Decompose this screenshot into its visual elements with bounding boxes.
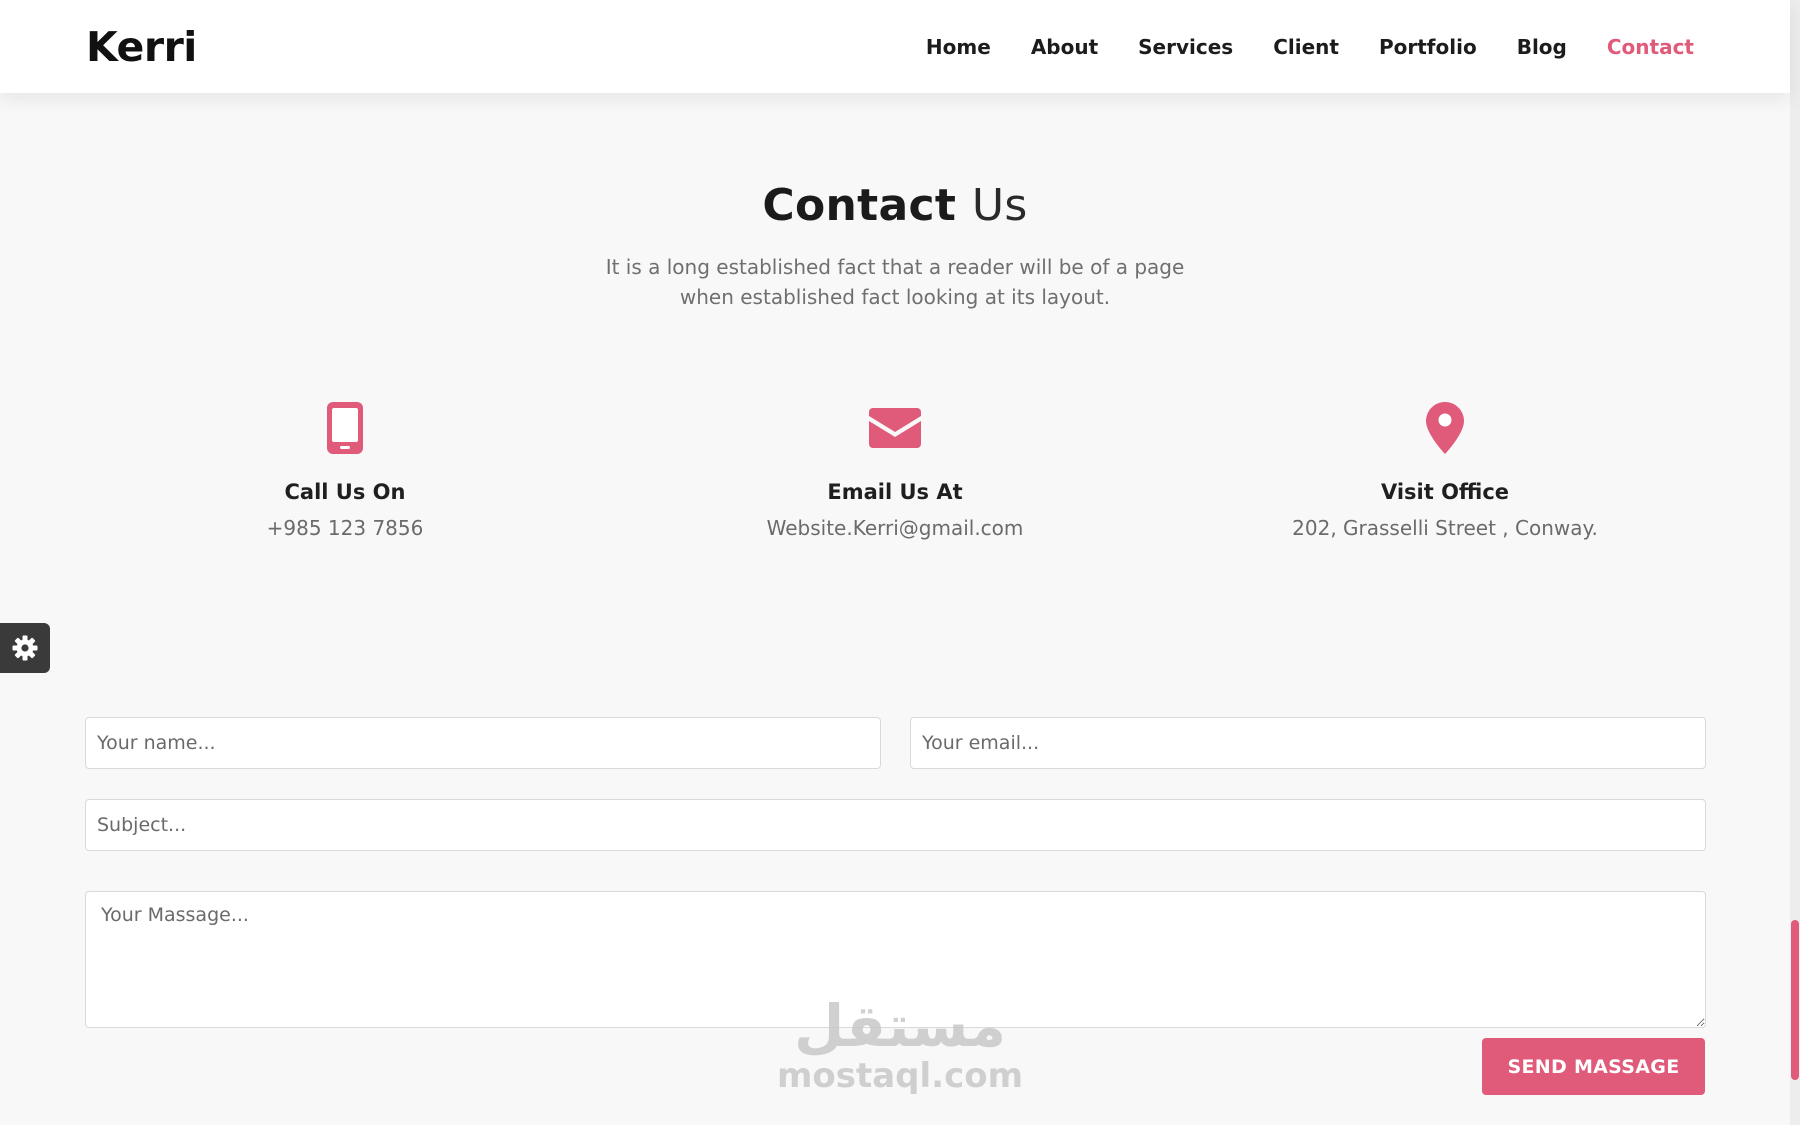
nav-client[interactable]: Client bbox=[1273, 35, 1339, 59]
section-intro: It is a long established fact that a rea… bbox=[605, 255, 1185, 309]
send-message-button[interactable]: SEND MASSAGE bbox=[1482, 1038, 1705, 1095]
office-card: Visit Office 202, Grasselli Street , Con… bbox=[1215, 400, 1675, 540]
phone-number[interactable]: +985 123 7856 bbox=[115, 516, 575, 540]
envelope-icon bbox=[665, 400, 1125, 456]
office-address: 202, Grasselli Street , Conway. bbox=[1292, 516, 1598, 540]
scrollbar-thumb[interactable] bbox=[1791, 920, 1799, 1080]
brand-logo[interactable]: Kerri bbox=[86, 23, 197, 71]
map-marker-icon bbox=[1215, 400, 1675, 456]
nav-home[interactable]: Home bbox=[926, 35, 991, 59]
gear-icon bbox=[12, 635, 38, 661]
page: Kerri Home About Services Client Portfol… bbox=[0, 0, 1800, 1125]
call-card-title: Call Us On bbox=[284, 480, 406, 504]
section-title-bold: Contact bbox=[762, 180, 957, 231]
call-card: Call Us On +985 123 7856 bbox=[115, 400, 575, 540]
main-nav: Home About Services Client Portfolio Blo… bbox=[926, 35, 1694, 59]
name-input[interactable] bbox=[85, 717, 881, 769]
nav-blog[interactable]: Blog bbox=[1517, 35, 1567, 59]
subject-input[interactable] bbox=[85, 799, 1706, 851]
email-input[interactable] bbox=[910, 717, 1706, 769]
top-navbar: Kerri Home About Services Client Portfol… bbox=[0, 0, 1790, 93]
message-textarea[interactable] bbox=[85, 891, 1706, 1028]
email-card-title: Email Us At bbox=[827, 480, 963, 504]
watermark-latin: mostaql.com bbox=[776, 1056, 1024, 1096]
section-title-light: Us bbox=[971, 180, 1028, 231]
nav-portfolio[interactable]: Portfolio bbox=[1379, 35, 1477, 59]
page-scrollbar[interactable] bbox=[1790, 0, 1800, 1125]
nav-contact[interactable]: Contact bbox=[1607, 35, 1694, 59]
nav-about[interactable]: About bbox=[1031, 35, 1098, 59]
office-card-title: Visit Office bbox=[1380, 480, 1510, 504]
section-title: Contact Us bbox=[0, 180, 1790, 231]
email-card: Email Us At Website.Kerri@gmail.com bbox=[665, 400, 1125, 540]
email-address[interactable]: Website.Kerri@gmail.com bbox=[665, 516, 1125, 540]
nav-services[interactable]: Services bbox=[1138, 35, 1233, 59]
settings-toggle-button[interactable] bbox=[0, 623, 50, 673]
mobile-phone-icon bbox=[115, 400, 575, 456]
